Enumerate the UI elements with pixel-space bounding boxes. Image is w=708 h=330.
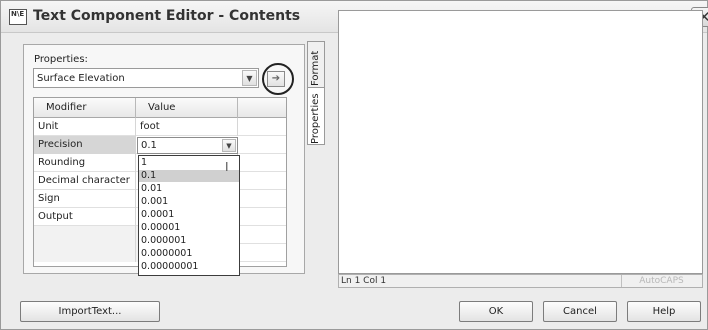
- modifier-cell: Unit: [34, 118, 136, 136]
- properties-select[interactable]: Surface Elevation ▼: [33, 68, 259, 88]
- chevron-down-icon[interactable]: ▼: [242, 70, 257, 86]
- app-icon: N\E: [9, 9, 27, 25]
- precision-option[interactable]: 0.0000001: [139, 248, 239, 260]
- precision-option[interactable]: 0.001: [139, 196, 239, 208]
- text-component-editor-window: N\E Text Component Editor - Contents ✕ P…: [0, 0, 708, 330]
- tab-format-label: Format: [310, 50, 321, 86]
- ok-button[interactable]: OK: [459, 301, 533, 322]
- modifier-cell: Sign: [34, 190, 136, 208]
- value-cell[interactable]: foot: [136, 118, 238, 136]
- chevron-down-icon[interactable]: ▼: [222, 139, 236, 152]
- header-modifier: Modifier: [34, 98, 136, 118]
- grid-row-precision[interactable]: Precision 0.1 ▼: [34, 136, 286, 154]
- help-button[interactable]: Help: [627, 301, 701, 322]
- precision-option[interactable]: 1: [139, 157, 239, 169]
- precision-option[interactable]: 0.01: [139, 183, 239, 195]
- precision-option-highlighted[interactable]: 0.1: [139, 170, 239, 182]
- precision-option[interactable]: 0.000001: [139, 235, 239, 247]
- highlight-circle: [262, 63, 294, 95]
- header-value: Value: [136, 98, 238, 118]
- grid-header: Modifier Value: [34, 98, 286, 118]
- tab-properties-label: Properties: [310, 93, 321, 144]
- autocaps-indicator: AutoCAPS: [621, 275, 701, 287]
- precision-value: 0.1: [141, 140, 157, 151]
- tab-properties[interactable]: Properties: [307, 87, 325, 145]
- empty-cell: [34, 244, 136, 262]
- cancel-button[interactable]: Cancel: [543, 301, 617, 322]
- modifier-cell: Rounding: [34, 154, 136, 172]
- modifier-cell: Precision: [34, 136, 136, 154]
- import-text-button[interactable]: ImportText...: [20, 301, 160, 322]
- precision-option[interactable]: 0.00001: [139, 222, 239, 234]
- precision-option[interactable]: 0.00000001: [139, 261, 239, 273]
- modifier-cell: Output: [34, 208, 136, 226]
- cursor-position: Ln 1 Col 1: [341, 276, 387, 286]
- properties-label: Properties:: [34, 54, 88, 65]
- text-cursor-icon: I: [225, 160, 229, 174]
- precision-dropdown-list[interactable]: 1 0.1 0.01 0.001 0.0001 0.00001 0.000001…: [138, 155, 240, 276]
- precision-combo[interactable]: 0.1 ▼: [137, 137, 238, 154]
- window-title: Text Component Editor - Contents: [33, 8, 301, 24]
- empty-cell: [34, 226, 136, 244]
- properties-select-value: Surface Elevation: [37, 73, 125, 84]
- grid-row-unit[interactable]: Unit foot: [34, 118, 286, 136]
- modifier-cell: Decimal character: [34, 172, 136, 190]
- text-editor-area[interactable]: [338, 10, 703, 274]
- status-bar: Ln 1 Col 1 AutoCAPS: [338, 274, 703, 288]
- precision-option[interactable]: 0.0001: [139, 209, 239, 221]
- tab-format[interactable]: Format: [307, 41, 325, 88]
